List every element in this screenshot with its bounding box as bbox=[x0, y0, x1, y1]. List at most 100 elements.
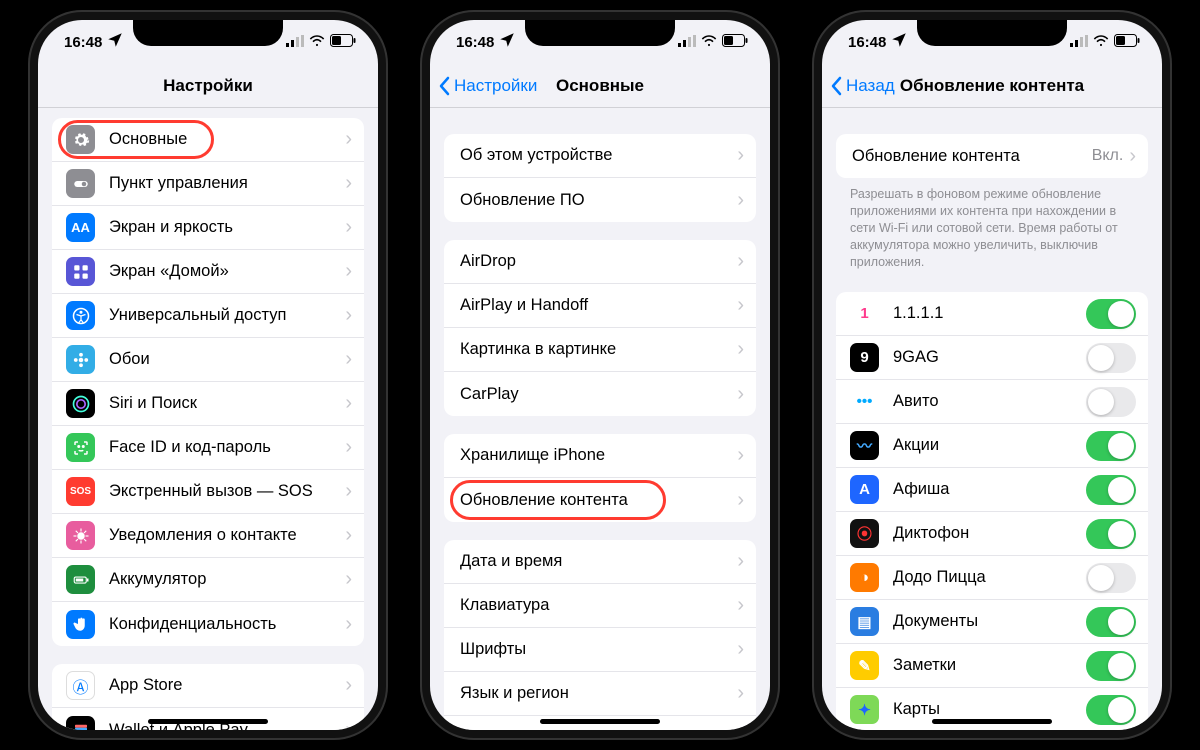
AA-icon: AA bbox=[66, 213, 95, 242]
toggle-switch[interactable] bbox=[1086, 563, 1136, 593]
chevron-right-icon: › bbox=[345, 260, 352, 283]
app-label: Карты bbox=[893, 700, 1086, 719]
app-label: Додо Пицца bbox=[893, 568, 1086, 587]
home-indicator[interactable] bbox=[540, 719, 660, 724]
settings-row[interactable]: Экран «Домой»› bbox=[52, 250, 364, 294]
app-label: Авито bbox=[893, 392, 1086, 411]
navbar: Назад Обновление контента bbox=[822, 64, 1162, 108]
status-time: 16:48 bbox=[64, 34, 102, 51]
settings-row[interactable]: Хранилище iPhone› bbox=[444, 434, 756, 478]
settings-row[interactable]: Шрифты› bbox=[444, 628, 756, 672]
app-toggle-row: 1 1.1.1.1 bbox=[836, 292, 1148, 336]
toggle-switch[interactable] bbox=[1086, 695, 1136, 725]
chevron-right-icon: › bbox=[345, 128, 352, 151]
settings-row[interactable]: SOS Экстренный вызов — SOS› bbox=[52, 470, 364, 514]
notch bbox=[133, 20, 283, 46]
settings-row[interactable]: CarPlay› bbox=[444, 372, 756, 416]
row-label: Face ID и код-пароль bbox=[109, 438, 345, 457]
app-label: Акции bbox=[893, 436, 1086, 455]
wallet-icon bbox=[66, 716, 95, 731]
home-indicator[interactable] bbox=[148, 719, 268, 724]
chevron-right-icon: › bbox=[345, 216, 352, 239]
app-toggle-row: ◑ Додо Пицца bbox=[836, 556, 1148, 600]
phone-3: 16:48 Назад Обновление контента Обновлен… bbox=[812, 10, 1172, 740]
settings-row[interactable]: Обновление контента› bbox=[444, 478, 756, 522]
settings-row[interactable]: Универсальный доступ› bbox=[52, 294, 364, 338]
settings-row[interactable]: Ⓐ App Store› bbox=[52, 664, 364, 708]
settings-row[interactable]: Основные› bbox=[52, 118, 364, 162]
background-refresh-row[interactable]: Обновление контента Вкл.› bbox=[836, 134, 1148, 178]
toggle-switch[interactable] bbox=[1086, 387, 1136, 417]
chevron-right-icon: › bbox=[737, 338, 744, 361]
battery-icon bbox=[1114, 34, 1140, 51]
settings-row[interactable]: Уведомления о контакте› bbox=[52, 514, 364, 558]
app-toggle-row: ✎ Заметки bbox=[836, 644, 1148, 688]
app-icon: ••• bbox=[850, 387, 879, 416]
row-label: Обои bbox=[109, 350, 345, 369]
settings-row[interactable]: Конфиденциальность› bbox=[52, 602, 364, 646]
back-button[interactable]: Настройки bbox=[438, 64, 537, 107]
chevron-right-icon: › bbox=[345, 480, 352, 503]
settings-row[interactable]: Аккумулятор› bbox=[52, 558, 364, 602]
chevron-right-icon: › bbox=[737, 594, 744, 617]
toggle-switch[interactable] bbox=[1086, 343, 1136, 373]
row-label: Обновление контента bbox=[460, 491, 737, 510]
app-toggle-row: 〰 Акции bbox=[836, 424, 1148, 468]
chevron-right-icon: › bbox=[737, 682, 744, 705]
batt-icon bbox=[66, 565, 95, 594]
content-scroll[interactable]: Об этом устройстве›Обновление ПО› AirDrop… bbox=[430, 108, 770, 730]
settings-row[interactable]: Дата и время› bbox=[444, 540, 756, 584]
row-label: CarPlay bbox=[460, 385, 737, 404]
switch-icon bbox=[66, 169, 95, 198]
chevron-right-icon: › bbox=[345, 172, 352, 195]
status-time: 16:48 bbox=[848, 34, 886, 51]
settings-row[interactable]: Siri и Поиск› bbox=[52, 382, 364, 426]
toggle-switch[interactable] bbox=[1086, 519, 1136, 549]
app-toggle-row: ⦿ Диктофон bbox=[836, 512, 1148, 556]
app-icon: ⦿ bbox=[850, 519, 879, 548]
row-label: Хранилище iPhone bbox=[460, 446, 737, 465]
content-scroll[interactable]: Основные› Пункт управления›AA Экран и яр… bbox=[38, 108, 378, 730]
settings-row[interactable]: Обновление ПО› bbox=[444, 178, 756, 222]
content-scroll[interactable]: Обновление контента Вкл.›Разрешать в фон… bbox=[822, 108, 1162, 730]
notch bbox=[525, 20, 675, 46]
toggle-switch[interactable] bbox=[1086, 475, 1136, 505]
back-button[interactable]: Назад bbox=[830, 64, 895, 107]
footer-text: Разрешать в фоновом режиме обновление пр… bbox=[822, 178, 1162, 274]
app-icon: ✎ bbox=[850, 651, 879, 680]
gear-icon bbox=[66, 125, 95, 154]
signal-icon bbox=[286, 34, 304, 51]
app-label: Заметки bbox=[893, 656, 1086, 675]
app-icon: ▤ bbox=[850, 607, 879, 636]
navbar: Настройки Основные bbox=[430, 64, 770, 108]
settings-row[interactable]: Face ID и код-пароль› bbox=[52, 426, 364, 470]
location-icon bbox=[498, 31, 516, 53]
row-label: App Store bbox=[109, 676, 345, 695]
row-label: Обновление контента bbox=[852, 147, 1092, 166]
location-icon bbox=[890, 31, 908, 53]
settings-row[interactable]: Язык и регион› bbox=[444, 672, 756, 716]
chevron-right-icon: › bbox=[1129, 145, 1136, 168]
toggle-switch[interactable] bbox=[1086, 431, 1136, 461]
settings-row[interactable]: Об этом устройстве› bbox=[444, 134, 756, 178]
chevron-right-icon: › bbox=[737, 638, 744, 661]
settings-row[interactable]: AA Экран и яркость› bbox=[52, 206, 364, 250]
A-icon: Ⓐ bbox=[66, 671, 95, 700]
settings-row[interactable]: Клавиатура› bbox=[444, 584, 756, 628]
settings-row[interactable]: Картинка в картинке› bbox=[444, 328, 756, 372]
settings-row[interactable]: AirDrop› bbox=[444, 240, 756, 284]
chevron-right-icon: › bbox=[737, 727, 744, 731]
row-label: Экран «Домой» bbox=[109, 262, 345, 281]
chevron-right-icon: › bbox=[345, 674, 352, 697]
settings-row[interactable]: AirPlay и Handoff› bbox=[444, 284, 756, 328]
back-label: Настройки bbox=[454, 76, 537, 96]
app-toggle-row: 9 9GAG bbox=[836, 336, 1148, 380]
grid-icon bbox=[66, 257, 95, 286]
toggle-switch[interactable] bbox=[1086, 299, 1136, 329]
home-indicator[interactable] bbox=[932, 719, 1052, 724]
settings-row[interactable]: Пункт управления› bbox=[52, 162, 364, 206]
row-label: Уведомления о контакте bbox=[109, 526, 345, 545]
toggle-switch[interactable] bbox=[1086, 651, 1136, 681]
settings-row[interactable]: Обои› bbox=[52, 338, 364, 382]
toggle-switch[interactable] bbox=[1086, 607, 1136, 637]
